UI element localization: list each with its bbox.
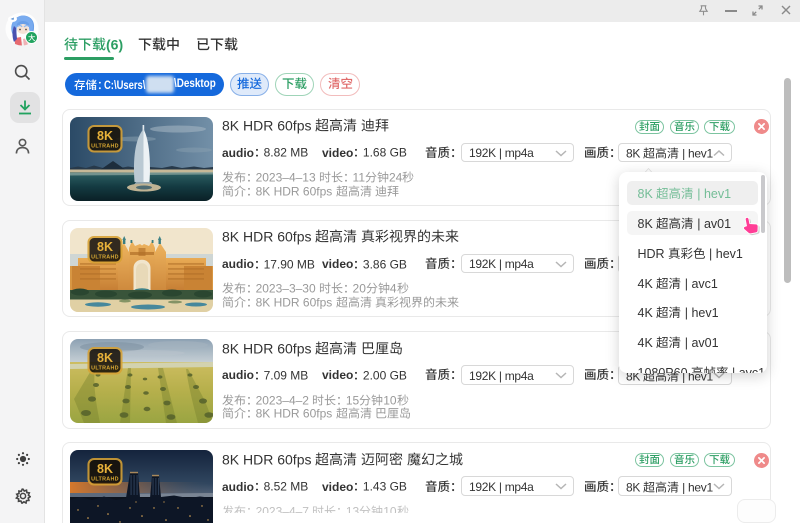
svg-text:ULTRAHD: ULTRAHD [91, 254, 119, 260]
svg-text:8K: 8K [97, 351, 113, 365]
svg-text:8K: 8K [97, 240, 113, 254]
svg-text:8K: 8K [97, 462, 113, 476]
svg-text:ULTRAHD: ULTRAHD [91, 143, 119, 149]
svg-text:8K: 8K [97, 129, 113, 143]
svg-text:ULTRAHD: ULTRAHD [91, 477, 119, 483]
svg-text:ULTRAHD: ULTRAHD [91, 366, 119, 372]
